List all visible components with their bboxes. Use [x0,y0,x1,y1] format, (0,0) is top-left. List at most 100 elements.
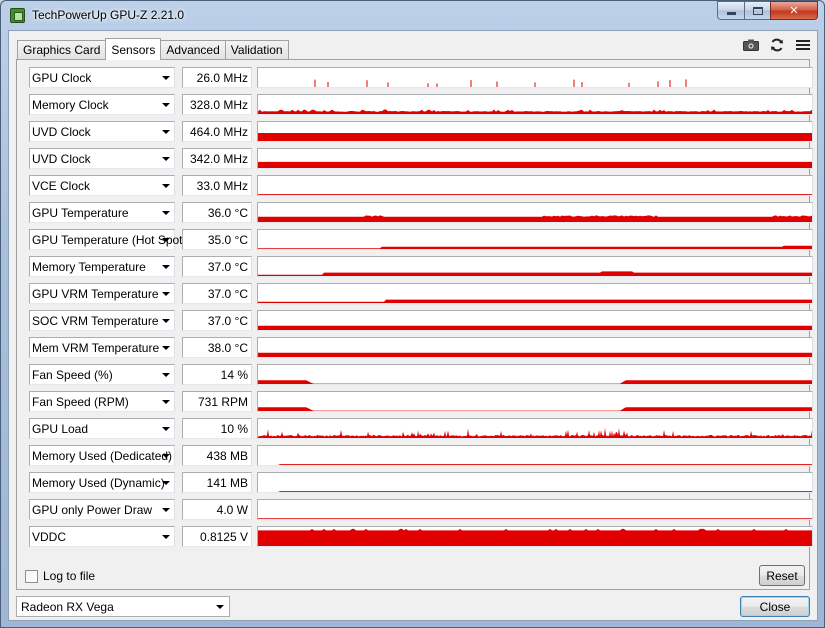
sensor-value: 0.8125 V [182,526,252,547]
sensor-value: 36.0 °C [182,202,252,223]
sensor-graph-series [258,133,812,141]
sensor-graph-plot [258,518,812,519]
sensor-graph [257,337,813,358]
minimize-button[interactable] [717,1,744,20]
log-to-file-label: Log to file [43,569,96,583]
sensor-label: GPU Load [32,422,89,436]
sensor-graph-plot [258,380,812,384]
tab-validation[interactable]: Validation [224,40,289,59]
chevron-down-icon [162,184,170,188]
reset-button[interactable]: Reset [759,565,805,586]
sensor-row: SOC VRM Temperature 37.0 °C [23,310,813,332]
tab-graphics-card[interactable]: Graphics Card [17,40,107,59]
sensor-label: Mem VRM Temperature [32,341,160,355]
chevron-down-icon [162,508,170,512]
sensor-label: UVD Clock [32,152,91,166]
sensor-select[interactable]: UVD Clock [29,121,175,142]
sensor-label: Fan Speed (RPM) [32,395,129,409]
sensor-select[interactable]: Memory Used (Dynamic) [29,472,175,493]
sensor-graph-plot [314,79,687,87]
sensor-select[interactable]: GPU VRM Temperature [29,283,175,304]
toolbar [742,37,811,52]
sensor-select[interactable]: Fan Speed (%) [29,364,175,385]
sensor-select[interactable]: VDDC [29,526,175,547]
sensor-select[interactable]: GPU Load [29,418,175,439]
sensor-graph [257,94,813,115]
sensor-label: UVD Clock [32,125,91,139]
tab-advanced[interactable]: Advanced [160,40,226,59]
sensor-graph-plot [258,427,812,438]
sensor-graph-series [258,245,812,249]
sensor-select[interactable]: GPU Temperature (Hot Spot) [29,229,187,250]
sensor-graph [257,499,813,520]
chevron-down-icon [162,130,170,134]
sensor-graph-series [258,407,812,411]
sensor-select[interactable]: GPU only Power Draw [29,499,175,520]
sensor-graph-series [258,528,812,546]
sensor-select[interactable]: UVD Clock [29,148,175,169]
camera-icon[interactable] [742,37,759,52]
log-to-file-checkbox[interactable] [25,569,38,583]
chevron-down-icon [162,427,170,431]
refresh-icon[interactable] [768,37,785,52]
sensor-select[interactable]: Memory Used (Dedicated) [29,445,175,466]
sensor-row: VDDC 0.8125 V [23,526,813,548]
sensor-graph [257,391,813,412]
sensor-row: Fan Speed (RPM) 731 RPM [23,391,813,413]
sensor-graph-series [258,352,812,357]
sensor-graph [257,148,813,169]
sensor-label: GPU VRM Temperature [32,287,159,301]
sensor-select[interactable]: SOC VRM Temperature [29,310,175,331]
sensor-graph-series [314,79,687,87]
close-window-button[interactable]: ✕ [770,1,818,20]
sensor-value: 38.0 °C [182,337,252,358]
sensor-graph-plot [258,491,812,492]
gpu-select[interactable]: Radeon RX Vega [16,596,230,617]
sensor-row: Memory Clock 328.0 MHz [23,94,813,116]
sensor-graph-series [258,194,812,195]
caption-buttons: ✕ [717,1,818,21]
sensor-graph [257,256,813,277]
sensor-graph-plot [258,464,812,465]
chevron-down-icon [162,238,170,242]
sensor-row: GPU Clock 26.0 MHz [23,67,813,89]
sensor-select[interactable]: Mem VRM Temperature [29,337,175,358]
sensor-graph [257,418,813,439]
sensor-graph-plot [258,271,812,276]
close-button[interactable]: Close [740,596,810,617]
sensor-row: VCE Clock 33.0 MHz [23,175,813,197]
tab-sensors[interactable]: Sensors [105,38,162,60]
chevron-down-icon [216,605,224,609]
sensor-graph-series [258,161,812,168]
sensor-value: 37.0 °C [182,283,252,304]
chevron-down-icon [162,346,170,350]
sensor-graph-series [258,491,812,492]
sensor-graph-plot [258,407,812,411]
log-to-file[interactable]: Log to file [25,569,95,583]
menu-icon[interactable] [794,37,811,52]
sensor-select[interactable]: Memory Clock [29,94,175,115]
sensor-select[interactable]: Fan Speed (RPM) [29,391,175,412]
sensor-graph-plot [258,215,812,222]
sensor-select[interactable]: Memory Temperature [29,256,175,277]
sensor-label: VCE Clock [32,179,91,193]
sensor-select[interactable]: VCE Clock [29,175,175,196]
gpu-select-value: Radeon RX Vega [21,600,114,614]
sensor-value: 438 MB [182,445,252,466]
sensor-graph [257,472,813,493]
sensor-graph-plot [258,245,812,249]
sensor-graph-plot [258,109,812,114]
chevron-down-icon [162,157,170,161]
sensor-graph-series [258,427,812,438]
sensor-graph [257,364,813,385]
sensor-select[interactable]: GPU Clock [29,67,175,88]
title-bar[interactable]: TechPowerUp GPU-Z 2.21.0 ✕ [1,1,824,29]
sensor-value: 33.0 MHz [182,175,252,196]
tab-strip: Graphics Card Sensors Advanced Validatio… [17,38,289,60]
maximize-button[interactable] [744,1,770,20]
chevron-down-icon [162,373,170,377]
app-icon [10,8,25,23]
chevron-down-icon [162,76,170,80]
chevron-down-icon [162,292,170,296]
sensor-select[interactable]: GPU Temperature [29,202,175,223]
